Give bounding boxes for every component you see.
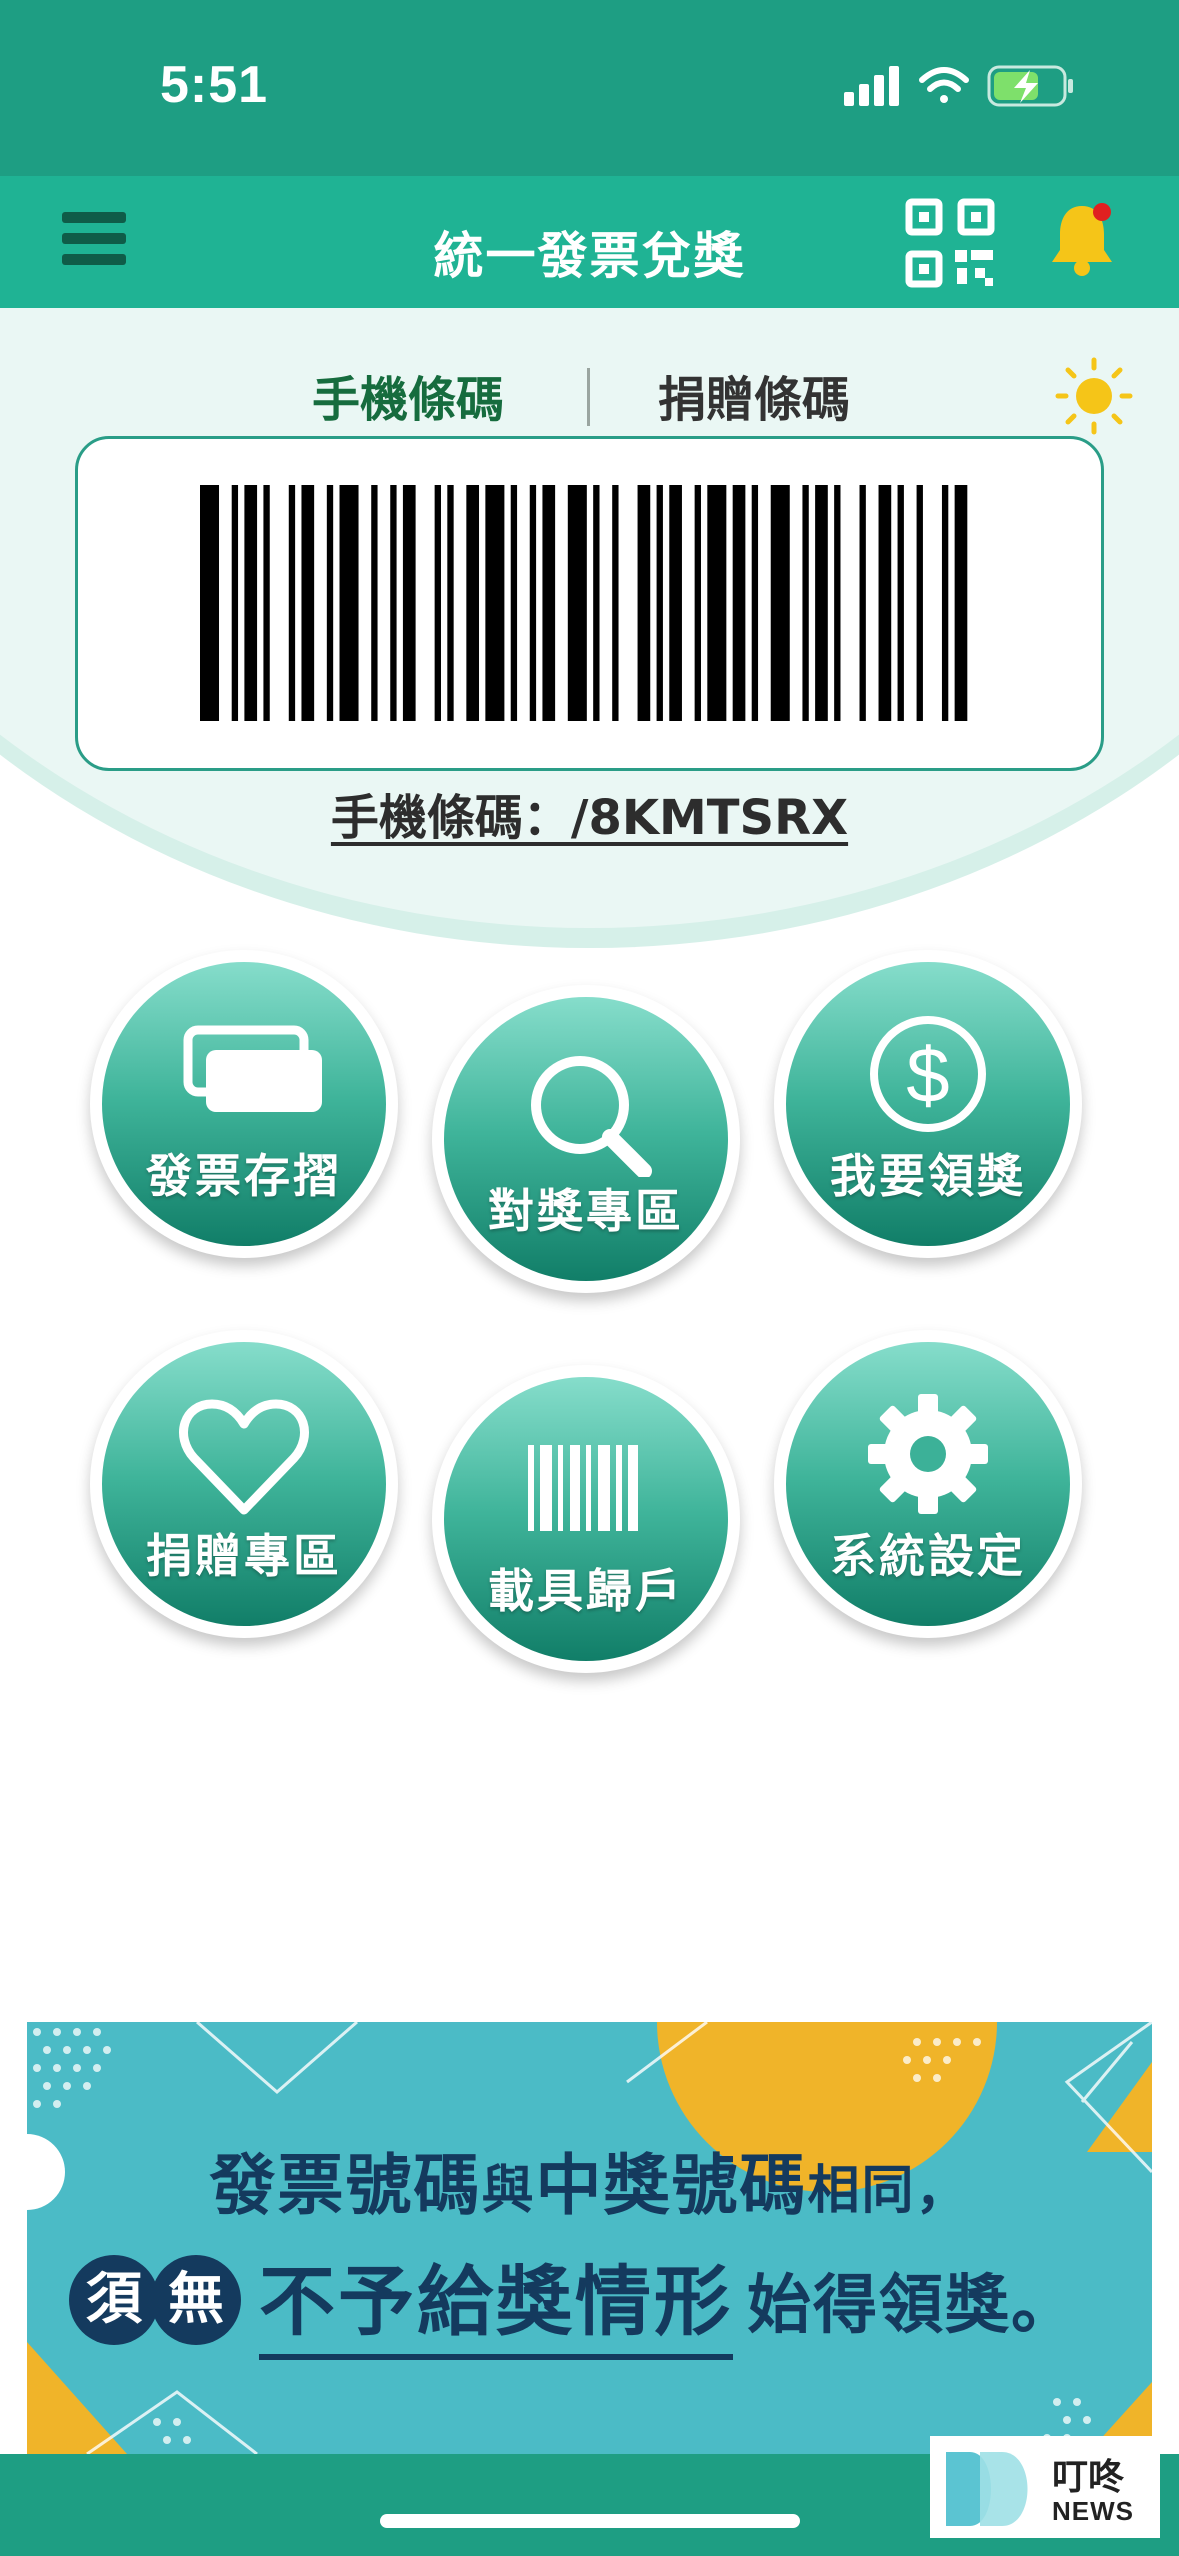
- home-indicator[interactable]: [380, 2514, 800, 2528]
- barcode-bar: [434, 485, 441, 721]
- barcode-icon: [528, 1445, 638, 1531]
- search-icon: [531, 1056, 652, 1177]
- dollar-icon: $: [870, 1016, 986, 1132]
- gear-icon: [868, 1394, 988, 1514]
- barcode-bar: [231, 485, 239, 721]
- banner-seal-must: 須: [69, 2255, 159, 2345]
- barcode-bar: [244, 485, 258, 721]
- banner-tail: 始得領獎。: [747, 2269, 1077, 2343]
- prize-check-label: 對獎專區: [488, 1184, 684, 1238]
- watermark: 叮咚 NEWS: [930, 2436, 1160, 2538]
- svg-text:$: $: [906, 1031, 949, 1119]
- barcode-bar: [859, 485, 866, 721]
- banner-headline: 發票號碼與中獎號碼相同，: [27, 2132, 1152, 2228]
- barcode-bar: [542, 485, 556, 721]
- barcode-bar: [941, 485, 949, 721]
- settings-button[interactable]: 系統設定: [774, 1330, 1082, 1638]
- tab-divider: [587, 368, 590, 426]
- settings-label: 系統設定: [830, 1529, 1026, 1583]
- barcode-bar: [815, 485, 828, 721]
- barcode-bar: [707, 485, 727, 721]
- barcode-bar: [770, 485, 790, 721]
- button-face: $ 我要領獎: [786, 962, 1070, 1246]
- signal-icon: [844, 66, 899, 106]
- watermark-cn: 叮咚: [1052, 2457, 1125, 2498]
- barcode-bar: [339, 485, 359, 721]
- barcode-bar: [954, 485, 968, 721]
- claim-prize-button[interactable]: $ 我要領獎: [774, 950, 1082, 1258]
- barcode-bar: [447, 485, 454, 721]
- invoice-passbook-button[interactable]: 發票存摺: [90, 950, 398, 1258]
- button-face: 捐贈專區: [102, 1342, 386, 1626]
- barcode-bar: [200, 485, 220, 721]
- barcode-bar: [656, 485, 663, 721]
- barcode-bar: [402, 485, 416, 721]
- dingdong-logo-icon: [946, 2452, 1028, 2526]
- banner-text-winning-number: 中獎號碼: [535, 2147, 808, 2224]
- banner-emphasis: 不予給獎情形: [259, 2240, 733, 2360]
- brightness-sun-icon[interactable]: [1054, 356, 1134, 436]
- barcode-bar: [301, 485, 315, 721]
- promo-banner[interactable]: 發票號碼與中獎號碼相同， 須無不予給獎情形 始得領獎。: [27, 2022, 1152, 2454]
- donation-zone-label: 捐贈專區: [146, 1529, 342, 1583]
- barcode-bar: [612, 485, 619, 721]
- barcode-bar: [510, 485, 518, 721]
- donation-zone-button[interactable]: 捐贈專區: [90, 1330, 398, 1638]
- banner-text-invoice-number: 發票號碼: [209, 2147, 482, 2224]
- barcode-bar: [916, 485, 923, 721]
- wifi-icon: [919, 67, 969, 103]
- claim-prize-label: 我要領獎: [830, 1149, 1026, 1203]
- barcode-bar: [529, 485, 537, 721]
- button-face: 對獎專區: [444, 997, 728, 1281]
- page-title: 統一發票兌獎: [433, 227, 746, 285]
- barcode-bar: [732, 485, 746, 721]
- button-face: 系統設定: [786, 1342, 1070, 1626]
- status-bar: 5:51: [0, 0, 1179, 176]
- barcode-bar: [897, 485, 904, 721]
- barcode-caption: 手機條碼：/8KMTSRX: [330, 790, 849, 846]
- tab-mobile-barcode[interactable]: 手機條碼: [312, 360, 504, 430]
- tab-donation-barcode[interactable]: 捐贈條碼: [658, 360, 850, 430]
- barcode-bar: [593, 485, 600, 721]
- button-face: 發票存摺: [102, 962, 386, 1246]
- banner-subline: 須無不予給獎情形 始得領獎。: [69, 2240, 1077, 2360]
- barcode-bar: [485, 485, 505, 721]
- barcode-bar: [567, 485, 587, 721]
- banner-text-same: 相同，: [807, 2161, 970, 2221]
- barcode-bar: [371, 485, 378, 721]
- barcode-bar: [263, 485, 270, 721]
- status-icons: [844, 65, 1073, 107]
- barcode-bar: [694, 485, 701, 721]
- barcode-bar: [288, 485, 296, 721]
- barcode-bar: [878, 485, 892, 721]
- receipts-icon: [183, 1025, 322, 1112]
- barcode-bar: [802, 485, 809, 721]
- banner-seal-none: 無: [151, 2255, 241, 2345]
- barcode-bar: [637, 485, 651, 721]
- barcode-bar: [466, 485, 480, 721]
- qr-code-icon[interactable]: [905, 198, 995, 288]
- barcode-bar: [326, 485, 334, 721]
- banner-text-and: 與: [481, 2161, 536, 2221]
- barcode-bar: [390, 485, 397, 721]
- carrier-link-button[interactable]: 載具歸戶: [432, 1365, 740, 1673]
- barcode-bar: [669, 485, 682, 721]
- notification-badge: [1093, 203, 1111, 221]
- nav-bar: 統一發票兌獎: [0, 176, 1179, 308]
- invoice-passbook-label: 發票存摺: [146, 1149, 342, 1203]
- notification-bell-icon[interactable]: [1046, 200, 1118, 280]
- banner-decoration: [27, 2022, 1152, 2454]
- watermark-en: NEWS: [1052, 2496, 1134, 2526]
- heart-icon: [179, 1399, 309, 1515]
- barcode-bar: [751, 485, 759, 721]
- mobile-barcode-image: [200, 485, 968, 721]
- barcode-bar: [834, 485, 841, 721]
- battery-icon: [987, 65, 1073, 107]
- prize-check-button[interactable]: 對獎專區: [432, 985, 740, 1293]
- carrier-link-label: 載具歸戶: [488, 1564, 684, 1618]
- button-face: 載具歸戶: [444, 1377, 728, 1661]
- status-time: 5:51: [160, 56, 269, 114]
